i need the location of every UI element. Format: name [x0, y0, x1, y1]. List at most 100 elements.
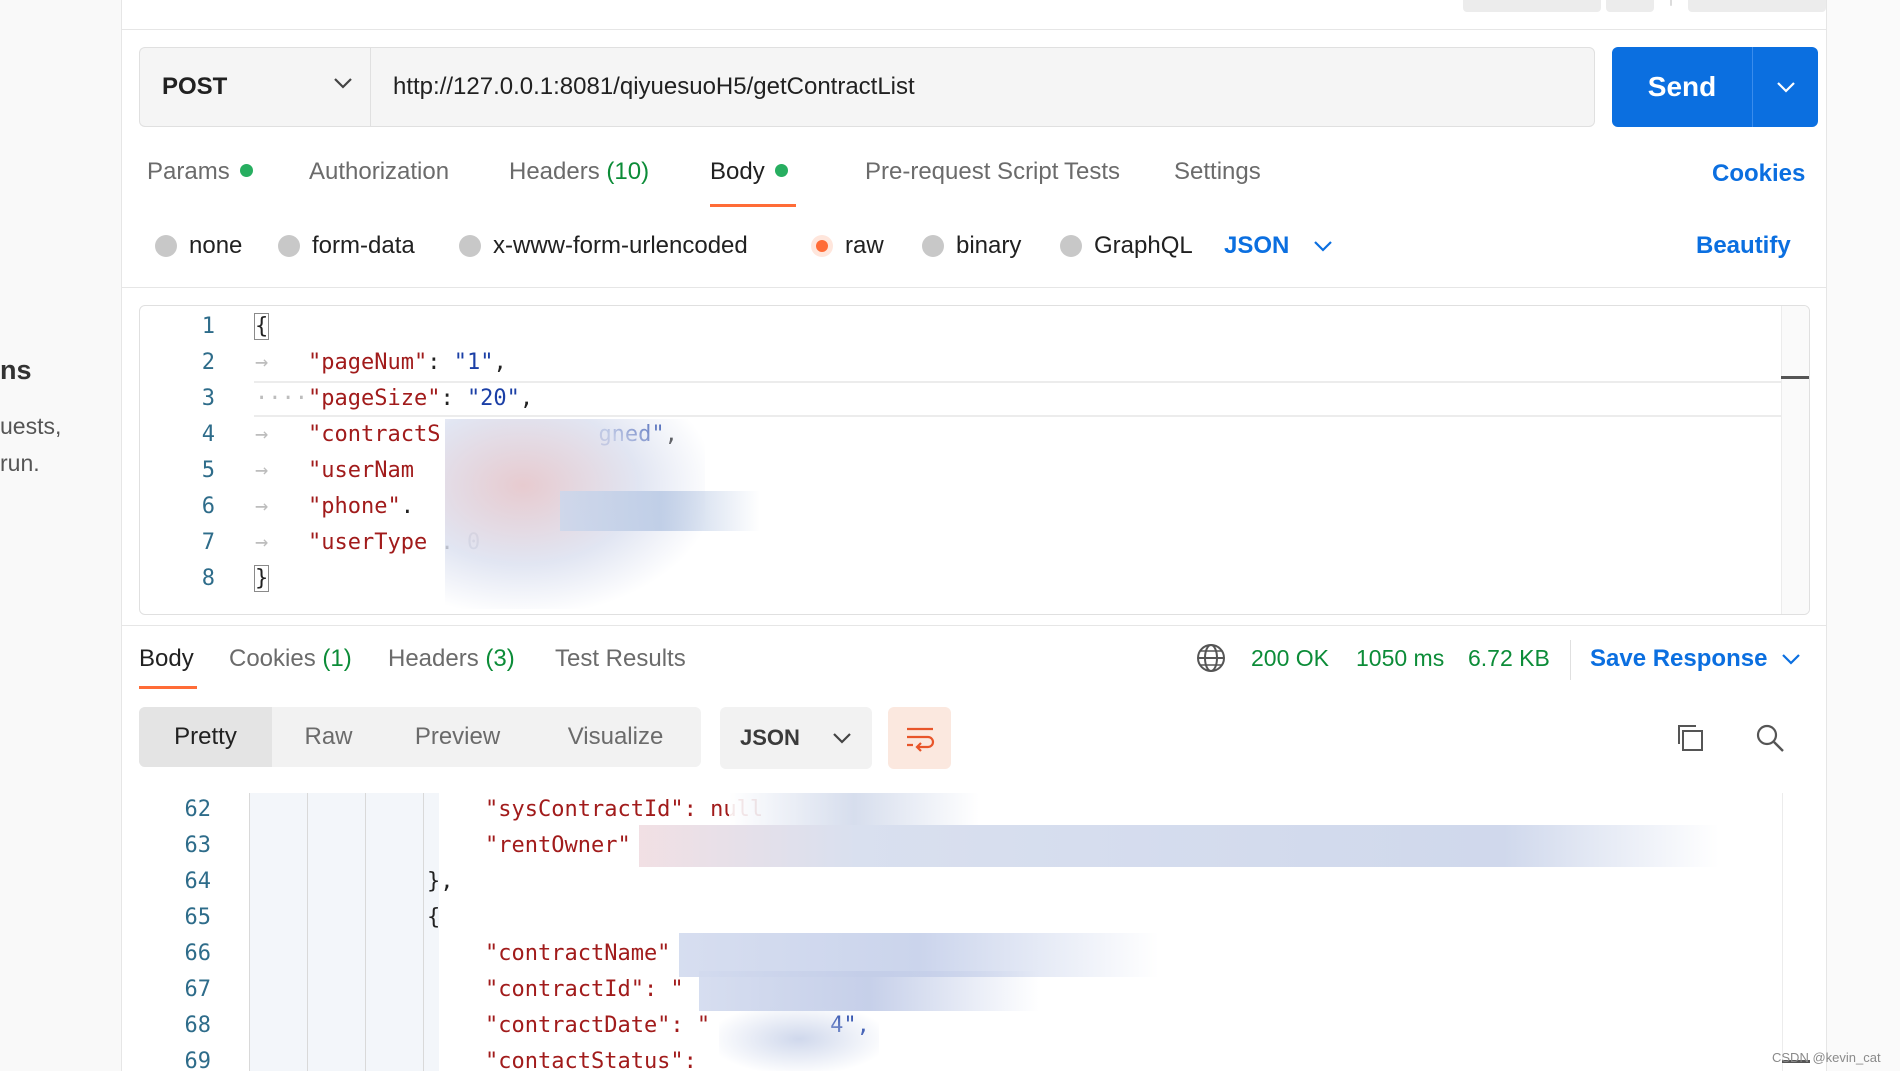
toolbar-button[interactable]	[1688, 0, 1826, 12]
tab-settings[interactable]: Settings	[1174, 158, 1261, 186]
body-language-select[interactable]: JSON	[1224, 232, 1333, 260]
response-view-mode: Pretty Raw Preview Visualize	[139, 707, 701, 767]
response-format-select[interactable]: JSON	[720, 707, 872, 769]
url-text: http://127.0.0.1:8081/qiyuesuoH5/getCont…	[393, 73, 915, 100]
json-punct: ,	[519, 386, 534, 411]
radio-label: binary	[956, 232, 1022, 259]
radio-binary[interactable]: binary	[922, 232, 1021, 260]
method-select[interactable]: POST	[139, 47, 371, 127]
radio-label: none	[189, 232, 243, 259]
tab-label: Headers	[388, 645, 479, 672]
collections-sidebar-fragment: ns uests, run.	[0, 0, 122, 1071]
json-punct: .	[427, 530, 467, 555]
copy-button[interactable]	[1672, 720, 1708, 756]
indent-guide	[307, 793, 308, 1071]
json-brace: {	[253, 313, 270, 340]
response-tab-test-results[interactable]: Test Results	[555, 645, 686, 673]
beautify-button[interactable]: Beautify	[1696, 232, 1791, 260]
search-button[interactable]	[1752, 720, 1788, 756]
radio-graphql[interactable]: GraphQL	[1060, 232, 1193, 260]
tab-label: Body	[710, 158, 765, 185]
toolbar-button[interactable]	[1606, 0, 1654, 12]
toolbar-divider	[1670, 0, 1672, 6]
code-line: "contactStatus":	[485, 1049, 697, 1071]
response-tab-cookies[interactable]: Cookies (1)	[229, 645, 352, 673]
code-line: "sysContractId": null	[485, 797, 763, 822]
response-size[interactable]: 6.72 KB	[1468, 645, 1550, 672]
view-pretty[interactable]: Pretty	[139, 707, 272, 767]
response-body-viewer[interactable]: 62 63 64 65 66 67 68 69 "sysContractId":…	[139, 793, 1810, 1071]
json-text: "contractDate": "	[485, 1013, 711, 1038]
json-text: "rentOwner"	[485, 833, 631, 858]
view-preview[interactable]: Preview	[385, 707, 530, 767]
line-number: 62	[184, 797, 212, 822]
toolbar-button[interactable]	[1463, 0, 1601, 12]
view-visualize[interactable]: Visualize	[530, 707, 701, 767]
send-button[interactable]: Send	[1612, 47, 1752, 127]
response-status-code[interactable]: 200 OK	[1251, 645, 1329, 672]
wrap-lines-icon	[906, 727, 934, 752]
radio-form-data[interactable]: form-data	[278, 232, 415, 260]
tab-authorization[interactable]: Authorization	[309, 158, 449, 186]
line-number: 8	[201, 566, 215, 591]
search-icon	[1756, 724, 1784, 752]
code-line: → "contractS gned",	[255, 422, 678, 447]
json-value: 0	[466, 530, 481, 555]
radio-circle-icon	[278, 235, 300, 257]
radio-circle-icon	[459, 235, 481, 257]
json-value: "20"	[466, 386, 520, 411]
chevron-down-icon	[334, 78, 352, 89]
watermark: CSDN @kevin_cat	[1772, 1050, 1881, 1065]
tab-params[interactable]: Params	[147, 158, 253, 186]
cookies-link[interactable]: Cookies	[1712, 160, 1805, 188]
json-punct: ,	[664, 422, 678, 447]
status-dot-icon	[774, 164, 788, 178]
editor-scrollbar[interactable]	[1781, 306, 1809, 614]
view-raw[interactable]: Raw	[272, 707, 385, 767]
response-tab-body[interactable]: Body	[139, 645, 194, 673]
sidebar-text-fragment: run.	[0, 450, 40, 476]
line-number: 5	[201, 458, 215, 483]
save-response-button[interactable]: Save Response	[1590, 645, 1801, 673]
indent-guide	[249, 793, 250, 1071]
globe-icon[interactable]	[1195, 642, 1227, 674]
radio-x-www-form-urlencoded[interactable]: x-www-form-urlencoded	[459, 232, 748, 260]
response-scrollbar[interactable]	[1782, 793, 1810, 1071]
wrap-lines-button[interactable]	[888, 707, 951, 769]
json-key: "pageSize"	[307, 386, 441, 411]
request-body-editor[interactable]: 1 2 3 4 5 6 7 8 { → "pageNum": "1", ····…	[139, 305, 1810, 615]
send-options-button[interactable]	[1752, 47, 1818, 127]
tab-pre-request-script[interactable]: Pre-request Script	[865, 158, 1058, 186]
divider	[122, 287, 1826, 288]
code-line: "contractDate": " 4",	[485, 1013, 870, 1038]
divider	[1570, 640, 1571, 680]
line-number: 66	[184, 941, 212, 966]
json-value: "1"	[453, 350, 494, 375]
code-line: "rentOwner"	[485, 833, 631, 858]
json-punct: :	[440, 386, 467, 411]
url-input[interactable]: http://127.0.0.1:8081/qiyuesuoH5/getCont…	[370, 47, 1595, 127]
tab-headers[interactable]: Headers (10)	[509, 158, 649, 186]
line-number: 69	[184, 1049, 212, 1071]
line-number: 7	[201, 530, 215, 555]
line-number-gutter: 62 63 64 65 66 67 68 69	[139, 793, 249, 1071]
line-number: 63	[184, 833, 212, 858]
code-line: }	[253, 565, 270, 592]
response-tab-headers[interactable]: Headers (3)	[388, 645, 515, 673]
tab-body[interactable]: Body	[710, 158, 788, 186]
response-time[interactable]: 1050 ms	[1356, 645, 1444, 672]
code-line: },	[427, 869, 454, 894]
line-number: 1	[201, 314, 215, 339]
indent-guide	[365, 793, 366, 1071]
radio-raw[interactable]: raw	[811, 232, 884, 260]
json-key: "contractS	[307, 422, 441, 447]
line-number: 64	[184, 869, 212, 894]
line-number: 6	[201, 494, 215, 519]
json-value: 4",	[830, 1013, 870, 1038]
tab-tests[interactable]: Tests	[1064, 158, 1120, 186]
line-number: 2	[201, 350, 215, 375]
radio-none[interactable]: none	[155, 232, 242, 260]
tab-label: Authorization	[309, 158, 450, 185]
tab-label: Headers	[509, 158, 600, 185]
json-key: "phone"	[307, 494, 401, 519]
